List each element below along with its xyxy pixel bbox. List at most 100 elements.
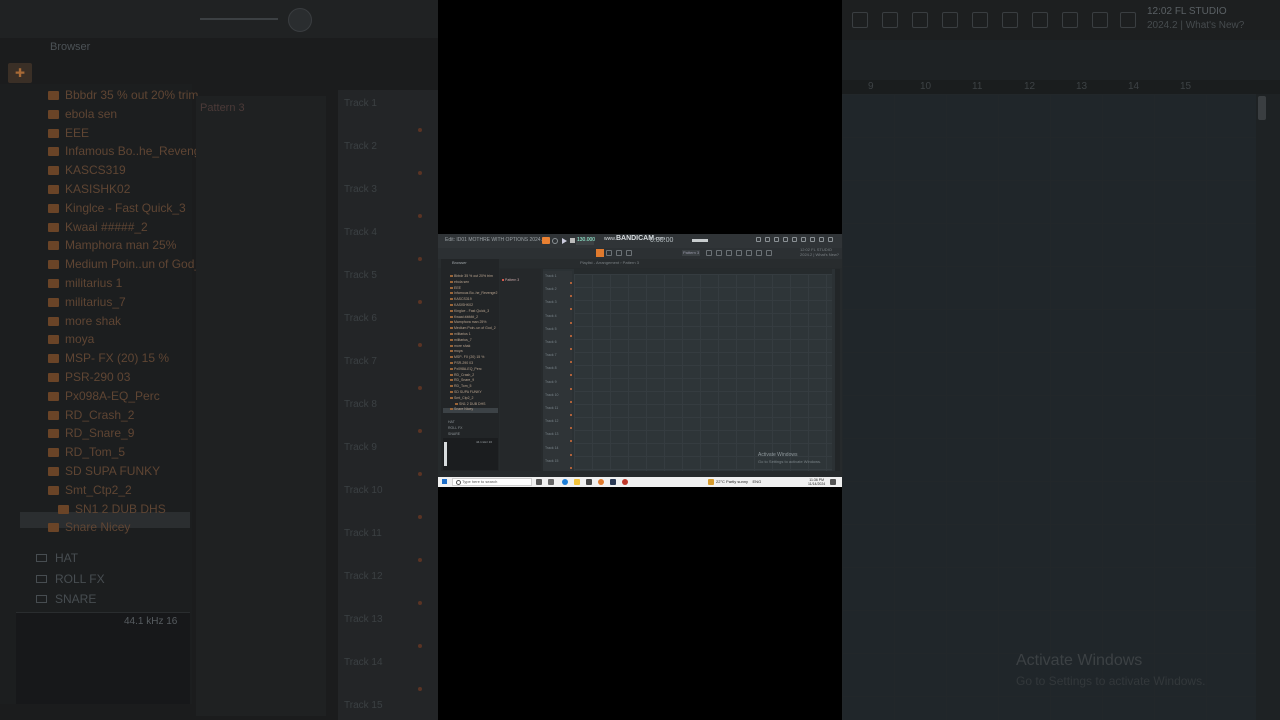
background-browser-item: militarius 1: [48, 276, 122, 294]
vertical-scrollbar[interactable]: [835, 269, 840, 471]
browser-folder[interactable]: SNARE: [448, 432, 460, 436]
folder-icon: [36, 554, 47, 562]
paint-tool-icon[interactable]: [606, 250, 612, 256]
mute-tool-icon[interactable]: [626, 250, 632, 256]
browser-item[interactable]: militarius 1: [450, 332, 471, 336]
browser-item[interactable]: Px098A-EQ_Perc: [450, 367, 482, 371]
track-mute-dot[interactable]: [570, 282, 572, 284]
track-label[interactable]: Track 14: [545, 446, 559, 450]
delete-tool-icon[interactable]: [616, 250, 622, 256]
track-mute-dot[interactable]: [570, 400, 572, 403]
channel-tool-icon[interactable]: [736, 250, 742, 256]
windows-start-icon[interactable]: [442, 479, 447, 484]
file-icon: [48, 410, 59, 420]
track-label[interactable]: Track 7: [545, 353, 557, 357]
notification-icon[interactable]: [830, 479, 836, 485]
track-mute-dot[interactable]: [570, 321, 572, 324]
track-label[interactable]: Track 10: [545, 393, 559, 397]
piano-roll-icon[interactable]: [774, 237, 779, 242]
browser-item[interactable]: moya: [450, 349, 463, 353]
track-label[interactable]: Track 11: [545, 406, 558, 410]
browser-item[interactable]: Smt_Ctp2_2: [450, 396, 473, 400]
browser-item[interactable]: Snare Nicey: [450, 407, 473, 411]
track-label[interactable]: Track 13: [545, 432, 559, 436]
track-label[interactable]: Track 6: [545, 340, 557, 344]
track-label[interactable]: Track 1: [545, 274, 557, 278]
track-label[interactable]: Track 4: [545, 314, 557, 318]
background-folder-item: SNARE: [36, 592, 96, 606]
mixer-icon[interactable]: [756, 237, 761, 242]
playlist-grid[interactable]: [574, 274, 832, 471]
browser-item[interactable]: MSP- FX (20) 15 %: [450, 355, 484, 359]
pattern-list-item[interactable]: Pattern 3: [502, 278, 519, 282]
maximize-icon[interactable]: [819, 237, 824, 242]
close-icon[interactable]: [828, 237, 833, 242]
file-icon: [48, 260, 59, 270]
record-mode-button[interactable]: [542, 237, 550, 244]
background-track-dot: [418, 343, 422, 347]
file-explorer-icon[interactable]: [574, 479, 580, 485]
browser-item[interactable]: RD_Crash_2: [450, 373, 474, 377]
browser-folder[interactable]: HAT: [448, 420, 455, 424]
task-view-icon[interactable]: [548, 479, 554, 485]
draw-tool-icon[interactable]: [596, 249, 604, 257]
minimize-icon[interactable]: [810, 237, 815, 242]
cortana-icon[interactable]: [536, 479, 542, 485]
track-mute-dot[interactable]: [570, 334, 572, 337]
track-label[interactable]: Track 5: [545, 327, 557, 331]
tempo-display[interactable]: 130.000: [576, 237, 595, 245]
browser-item[interactable]: SN1 2 DUB DHS: [455, 402, 485, 406]
track-mute-dot[interactable]: [570, 348, 572, 350]
track-label[interactable]: Track 8: [545, 366, 557, 370]
browser-folder[interactable]: ROLL FX: [448, 426, 462, 430]
app-taskbar-icon[interactable]: [610, 479, 616, 485]
fl-studio-taskbar-icon[interactable]: [598, 479, 604, 485]
browser-item[interactable]: EEE: [450, 286, 461, 290]
track-mute-dot[interactable]: [570, 466, 572, 469]
browser-item[interactable]: KASCS319: [450, 297, 472, 301]
snap-icon[interactable]: [706, 250, 712, 256]
playlist-icon[interactable]: [716, 250, 722, 256]
track-mute-dot[interactable]: [570, 387, 572, 390]
store-icon[interactable]: [586, 479, 592, 485]
browser-item[interactable]: Kinglce - Fast Quick_3: [450, 309, 489, 313]
track-label[interactable]: Track 3: [545, 300, 557, 304]
browser-item[interactable]: Kwaai #####_2: [450, 315, 478, 319]
browser-item[interactable]: militarius_7: [450, 338, 472, 342]
help-icon[interactable]: [801, 237, 806, 242]
pattern-selector[interactable]: Pattern 3: [682, 250, 700, 256]
browser-item[interactable]: Mamphora man 25%: [450, 320, 487, 324]
browser-item[interactable]: KASISHK02: [450, 303, 473, 307]
browser-item[interactable]: Infamous Bo..he_Revenge2: [450, 291, 497, 295]
track-label[interactable]: Track 12: [545, 419, 559, 423]
play-icon[interactable]: [562, 238, 567, 244]
track-label[interactable]: Track 9: [545, 380, 557, 384]
track-mute-dot[interactable]: [570, 453, 572, 456]
browser-item[interactable]: Medium Poin..un of God_2: [450, 326, 496, 330]
browser-icon[interactable]: [783, 237, 788, 242]
taskbar-search-input[interactable]: Type here to search: [452, 478, 532, 486]
browser-item[interactable]: RD_Snare_9: [450, 378, 474, 382]
channel-rack-icon[interactable]: [765, 237, 770, 242]
browser-item[interactable]: RD_Tom_5: [450, 384, 472, 388]
browser-item[interactable]: SD SUPA FUNKY: [450, 390, 482, 394]
browser-item[interactable]: Bbbdr 35 % out 20% trim: [450, 274, 493, 278]
browser-item[interactable]: ebola sen: [450, 280, 469, 284]
piano-tool-icon[interactable]: [746, 250, 752, 256]
browser-item[interactable]: more shak: [450, 344, 470, 348]
plugin-icon[interactable]: [792, 237, 797, 242]
stop-icon[interactable]: [570, 238, 575, 243]
plugin-tool-icon[interactable]: [756, 250, 762, 256]
pattern-song-toggle[interactable]: [552, 238, 558, 244]
master-volume-slider[interactable]: [692, 239, 708, 242]
track-label[interactable]: Track 15: [545, 459, 559, 463]
mixer-tool-icon[interactable]: [726, 250, 732, 256]
system-clock[interactable]: 11:36 PM 11/14/2024: [808, 478, 825, 486]
browser-item[interactable]: PSR-290 03: [450, 361, 473, 365]
background-master-slider: [200, 18, 278, 20]
file-title: Edit: ID01 MOTHRE WITH OPTIONS 2024.flp: [445, 237, 548, 243]
edge-icon[interactable]: [562, 479, 568, 485]
track-mute-dot[interactable]: [570, 414, 572, 416]
bandicam-taskbar-icon[interactable]: [622, 479, 628, 485]
track-label[interactable]: Track 2: [545, 287, 557, 291]
